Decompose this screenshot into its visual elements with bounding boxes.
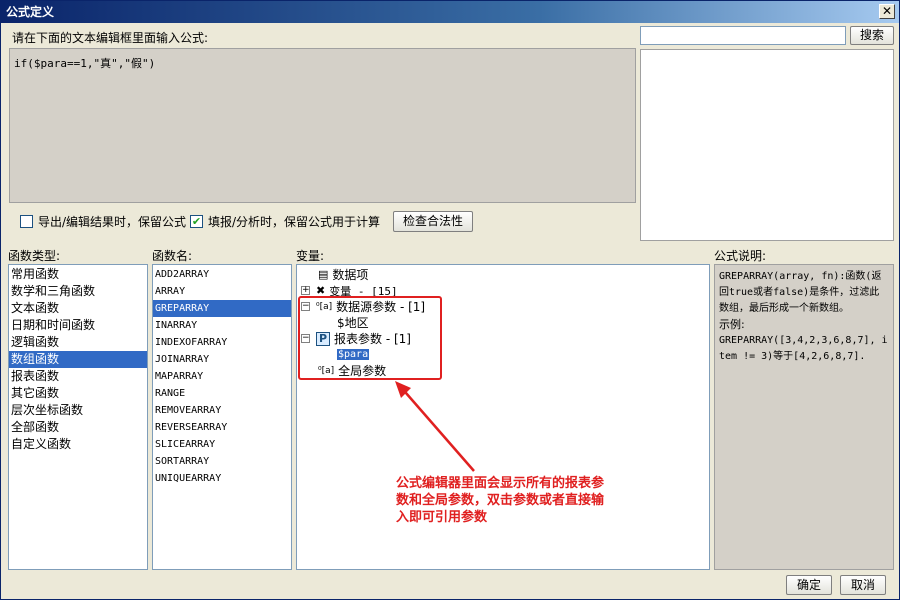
func-name-item[interactable]: INARRAY	[153, 317, 291, 334]
func-type-item[interactable]: 数学和三角函数	[9, 283, 147, 300]
validate-button[interactable]: 检查合法性	[393, 211, 473, 232]
description-label: 公式说明:	[714, 249, 767, 263]
func-type-item[interactable]: 层次坐标函数	[9, 402, 147, 419]
search-results-panel[interactable]	[640, 49, 894, 241]
func-name-item[interactable]: ARRAY	[153, 283, 291, 300]
export-checkbox[interactable]	[20, 215, 33, 228]
func-name-item[interactable]: REMOVEARRAY	[153, 402, 291, 419]
func-name-item[interactable]: RANGE	[153, 385, 291, 402]
option-keep-formula-export[interactable]: 导出/编辑结果时，保留公式	[20, 213, 186, 230]
func-name-item[interactable]: JOINARRAY	[153, 351, 291, 368]
cancel-button[interactable]: 取消	[840, 575, 886, 595]
func-name-item[interactable]: UNIQUEARRAY	[153, 470, 291, 487]
description-line1: GREPARRAY(array, fn):函数(返回true或者false)是条…	[719, 271, 882, 314]
formula-description: GREPARRAY(array, fn):函数(返回true或者false)是条…	[714, 264, 894, 570]
tree-data-item-label: 数据项	[332, 268, 369, 282]
func-name-item[interactable]: ADD2ARRAY	[153, 266, 291, 283]
description-line3: GREPARRAY([3,4,2,3,6,8,7], item != 3)等于[…	[719, 335, 888, 362]
func-type-item[interactable]: 常用函数	[9, 266, 147, 283]
formula-editor[interactable]: if($para==1,"真","假")	[9, 48, 636, 203]
option-keep-formula-fill[interactable]: ✔ 填报/分析时，保留公式用于计算	[190, 213, 380, 230]
table-icon: ▤	[318, 268, 329, 281]
annotation-arrow	[395, 381, 475, 472]
func-name-label: 函数名:	[152, 249, 193, 263]
title-bar[interactable]: 公式定义 ✕	[1, 1, 899, 23]
func-type-list[interactable]: 常用函数 数学和三角函数 文本函数 日期和时间函数 逻辑函数 数组函数 报表函数 其它函数 层次…	[8, 264, 148, 570]
func-type-item[interactable]: 自定义函数	[9, 436, 147, 453]
func-name-item[interactable]: INDEXOFARRAY	[153, 334, 291, 351]
func-type-item[interactable]: 其它函数	[9, 385, 147, 402]
close-button[interactable]: ✕	[879, 4, 895, 19]
func-type-item[interactable]: 逻辑函数	[9, 334, 147, 351]
search-button[interactable]: 搜索	[850, 26, 894, 45]
description-line2: 示例:	[719, 318, 745, 331]
highlight-box	[298, 296, 442, 380]
formula-dialog: 公式定义 ✕ 请在下面的文本编辑框里面输入公式: if($para==1,"真"…	[0, 0, 900, 600]
func-name-item[interactable]: REVERSEARRAY	[153, 419, 291, 436]
annotation-text: 公式编辑器里面会显示所有的报表参数和全局参数，双击参数或者直接输入即可引用参数	[396, 476, 605, 525]
func-type-label: 函数类型:	[8, 249, 61, 263]
export-option-label: 导出/编辑结果时，保留公式	[38, 215, 187, 229]
func-name-list[interactable]: ADD2ARRAY ARRAY GREPARRAY INARRAY INDEXOFARR…	[152, 264, 292, 570]
func-type-item[interactable]: 日期和时间函数	[9, 317, 147, 334]
func-type-item[interactable]: 文本函数	[9, 300, 147, 317]
variables-label: 变量:	[296, 249, 325, 263]
fill-checkbox[interactable]: ✔	[190, 215, 203, 228]
ok-button[interactable]: 确定	[786, 575, 832, 595]
func-name-item[interactable]: SORTARRAY	[153, 453, 291, 470]
tree-data-item[interactable]: ▤ 数据项	[318, 266, 368, 283]
func-name-item[interactable]: MAPARRAY	[153, 368, 291, 385]
editor-prompt: 请在下面的文本编辑框里面输入公式:	[12, 31, 209, 45]
func-name-item[interactable]: SLICEARRAY	[153, 436, 291, 453]
search-input[interactable]	[640, 26, 846, 45]
func-name-item[interactable]: GREPARRAY	[153, 300, 291, 317]
formula-text: if($para==1,"真","假")	[14, 57, 156, 70]
window-title: 公式定义	[6, 5, 55, 19]
fill-option-label: 填报/分析时，保留公式用于计算	[208, 215, 381, 229]
func-type-item[interactable]: 全部函数	[9, 419, 147, 436]
expand-icon[interactable]: +	[301, 286, 310, 295]
func-type-item[interactable]: 报表函数	[9, 368, 147, 385]
func-type-item[interactable]: 数组函数	[9, 351, 147, 368]
